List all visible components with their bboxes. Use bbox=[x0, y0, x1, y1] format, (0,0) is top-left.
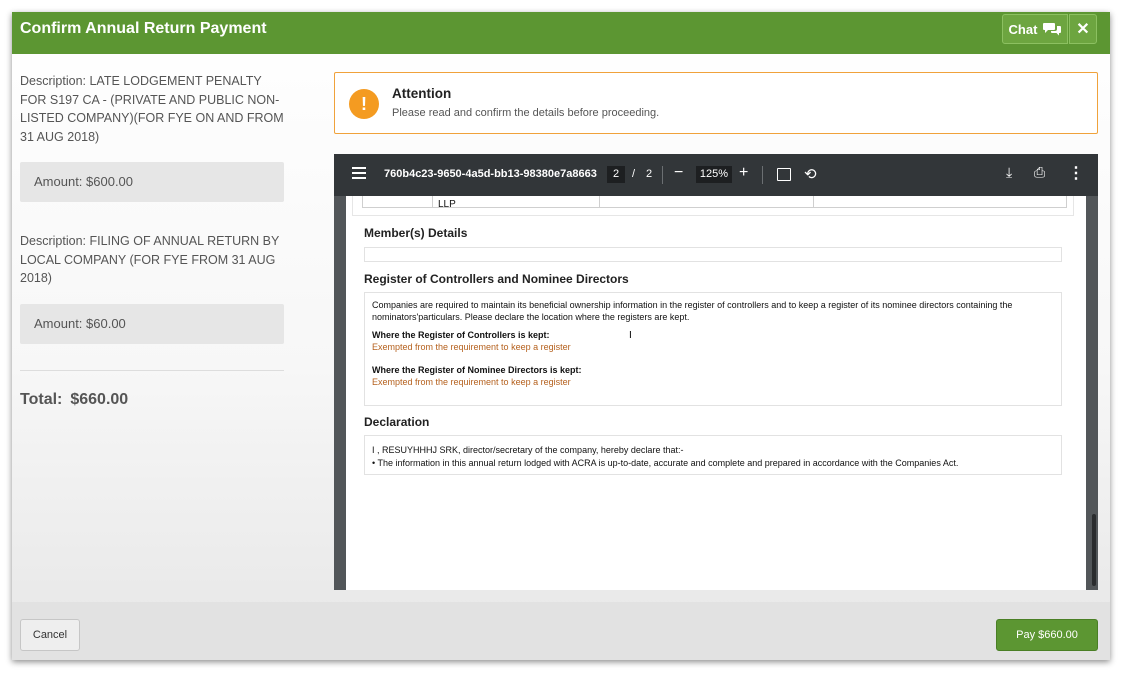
declaration-line: I , RESUYHHHJ SRK, director/secretary of… bbox=[372, 445, 684, 455]
total-amount: Total: $660.00 bbox=[20, 391, 284, 409]
table-divider bbox=[599, 196, 600, 207]
chat-label: Chat bbox=[1008, 21, 1038, 37]
print-icon[interactable]: ⎙ bbox=[1034, 164, 1045, 181]
nominee-kept-label: Where the Register of Nominee Directors … bbox=[372, 365, 582, 375]
toolbar-divider bbox=[762, 166, 763, 184]
payment-modal: Confirm Annual Return Payment Chat ✕ Des… bbox=[12, 12, 1110, 660]
zoom-level-input[interactable]: 125% bbox=[696, 166, 732, 183]
declaration-section-title: Declaration bbox=[364, 415, 430, 429]
chat-bubbles-icon bbox=[1043, 23, 1062, 36]
page-number-input[interactable]: 2 bbox=[607, 166, 625, 183]
total-label: Total: bbox=[20, 390, 63, 408]
item-description: Description: LATE LODGEMENT PENALTY FOR … bbox=[20, 74, 284, 144]
pdf-viewer[interactable]: 760b4c23-9650-4a5d-bb13-98380e7a8663 2 /… bbox=[334, 154, 1098, 590]
attention-message: Please read and confirm the details befo… bbox=[392, 107, 660, 119]
nominee-kept-value: Exempted from the requirement to keep a … bbox=[372, 376, 571, 387]
pdf-toolbar: 760b4c23-9650-4a5d-bb13-98380e7a8663 2 /… bbox=[334, 154, 1098, 196]
total-value: $660.00 bbox=[70, 390, 129, 408]
rotate-icon[interactable]: ⟲ bbox=[804, 165, 817, 183]
declaration-box: I , RESUYHHHJ SRK, director/secretary of… bbox=[364, 435, 1062, 475]
previous-table bbox=[362, 196, 1067, 208]
pdf-page: LLP Member(s) Details Register of Contro… bbox=[346, 196, 1086, 590]
payment-summary: Description: LATE LODGEMENT PENALTY FOR … bbox=[20, 72, 284, 409]
pdf-filename: 760b4c23-9650-4a5d-bb13-98380e7a8663 bbox=[384, 168, 597, 180]
download-icon[interactable]: ⤓ bbox=[1006, 164, 1012, 181]
attention-banner: ! Attention Please read and confirm the … bbox=[334, 72, 1098, 134]
controllers-section-title: Register of Controllers and Nominee Dire… bbox=[364, 272, 629, 286]
close-button[interactable]: ✕ bbox=[1069, 14, 1097, 44]
item-description: Description: FILING OF ANNUAL RETURN BY … bbox=[20, 234, 280, 285]
table-divider bbox=[813, 196, 814, 207]
menu-icon[interactable] bbox=[352, 167, 366, 179]
chat-button[interactable]: Chat bbox=[1002, 14, 1068, 44]
page-separator: / bbox=[632, 168, 636, 180]
attention-title: Attention bbox=[392, 86, 452, 101]
toolbar-divider bbox=[662, 166, 663, 184]
item-amount: Amount: $60.00 bbox=[20, 303, 284, 344]
pay-button[interactable]: Pay $660.00 bbox=[996, 619, 1098, 651]
table-cell-text: LLP bbox=[438, 199, 456, 210]
text-cursor-icon: I bbox=[629, 330, 632, 341]
controllers-intro: Companies are required to maintain its b… bbox=[372, 300, 1013, 322]
modal-title: Confirm Annual Return Payment bbox=[20, 20, 267, 37]
summary-divider bbox=[20, 369, 284, 371]
page-total: 2 bbox=[646, 168, 653, 180]
modal-footer: Cancel Pay $660.00 bbox=[12, 602, 1110, 660]
zoom-out-icon[interactable]: − bbox=[674, 164, 683, 182]
declaration-line: • The information in this annual return … bbox=[372, 457, 959, 468]
modal-header: Confirm Annual Return Payment Chat ✕ bbox=[12, 12, 1110, 54]
controllers-kept-label: Where the Register of Controllers is kep… bbox=[372, 330, 550, 340]
table-cell bbox=[363, 196, 433, 207]
controllers-box: Companies are required to maintain its b… bbox=[364, 292, 1062, 406]
members-box bbox=[364, 247, 1062, 262]
zoom-in-icon[interactable]: + bbox=[739, 164, 748, 182]
controllers-kept-value: Exempted from the requirement to keep a … bbox=[372, 341, 571, 352]
cancel-button[interactable]: Cancel bbox=[20, 619, 80, 651]
exclamation-icon: ! bbox=[349, 89, 379, 119]
fit-page-icon[interactable] bbox=[777, 168, 791, 181]
more-options-icon[interactable]: ⋮ bbox=[1068, 163, 1084, 183]
close-icon: ✕ bbox=[1076, 21, 1090, 38]
item-amount: Amount: $600.00 bbox=[20, 162, 284, 202]
members-section-title: Member(s) Details bbox=[364, 226, 468, 240]
pdf-scrollbar[interactable] bbox=[1092, 514, 1096, 586]
